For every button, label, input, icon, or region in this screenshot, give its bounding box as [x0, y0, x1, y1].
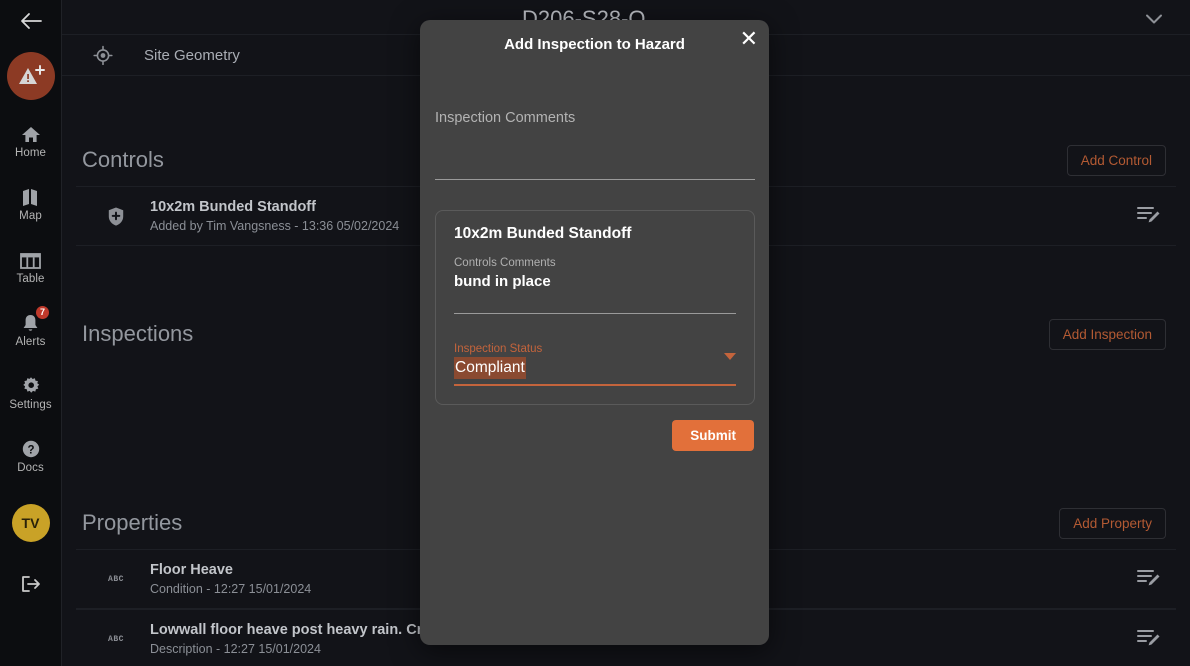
avatar[interactable]: TV [11, 504, 50, 542]
logout-icon [21, 576, 40, 592]
sidebar-item-map[interactable]: Map [0, 185, 62, 222]
controls-comments-value: bund in place [454, 273, 551, 290]
sidebar-item-label: Alerts [15, 336, 46, 348]
caret-down-icon[interactable] [724, 353, 736, 360]
section-title: Controls [82, 147, 164, 172]
map-icon [21, 185, 41, 207]
home-icon [21, 122, 41, 144]
close-icon[interactable]: ✕ [740, 28, 758, 50]
app-root: Home Map Table 7 Alerts Settings ? Docs … [0, 0, 1190, 666]
controls-comments-underline [454, 313, 736, 314]
note-edit-icon[interactable] [1136, 567, 1176, 592]
note-edit-icon[interactable] [1136, 204, 1176, 229]
hazard-add-logo[interactable] [6, 52, 55, 100]
sidebar-item-label: Map [19, 210, 42, 222]
hazard-add-icon [18, 65, 45, 84]
sidebar-item-docs[interactable]: ? Docs [0, 437, 62, 474]
arrow-left-icon [20, 13, 42, 29]
inspection-comments-label: Inspection Comments [435, 110, 576, 126]
logout-button[interactable] [20, 574, 42, 599]
sidebar-item-label: Docs [17, 462, 44, 474]
sidebar-item-label: Table [16, 273, 45, 285]
sidebar-item-alerts[interactable]: 7 Alerts [0, 306, 62, 348]
shield-plus-icon [82, 206, 150, 227]
section-title: Properties [82, 510, 183, 535]
abc-icon: ABC [108, 634, 124, 644]
inspection-status-value: Compliant [454, 357, 526, 379]
question-circle-icon: ? [21, 437, 41, 459]
sidebar: Home Map Table 7 Alerts Settings ? Docs … [0, 0, 62, 666]
alerts-badge: 7 [36, 306, 49, 319]
submit-button[interactable]: Submit [672, 420, 754, 451]
abc-icon: ABC [108, 574, 124, 584]
sidebar-item-label: Home [14, 147, 47, 159]
controls-comments-label: Controls Comments [454, 257, 556, 269]
chevron-down-icon[interactable] [1144, 12, 1164, 31]
inspection-status-label: Inspection Status [454, 343, 543, 355]
site-geometry-label: Site Geometry [144, 46, 240, 64]
sidebar-item-table[interactable]: Table [0, 248, 62, 285]
svg-text:?: ? [27, 444, 34, 456]
target-icon [62, 45, 144, 65]
inspection-status-select[interactable]: Inspection Status Compliant [454, 341, 736, 386]
modal-title: Add Inspection to Hazard [504, 36, 685, 53]
add-control-button[interactable]: Add Control [1066, 144, 1166, 176]
sidebar-item-home[interactable]: Home [0, 122, 62, 159]
inspection-comments-field[interactable]: Inspection Comments [435, 110, 755, 180]
controls-comments-group: Controls Comments bund in place [454, 255, 736, 314]
inspection-status-underline [454, 384, 736, 386]
control-inspection-card: 10x2m Bunded Standoff Controls Comments … [435, 210, 755, 405]
table-icon [20, 248, 41, 270]
sidebar-item-settings[interactable]: Settings [0, 374, 62, 411]
card-title: 10x2m Bunded Standoff [454, 225, 632, 242]
back-button[interactable] [0, 0, 62, 42]
inspection-comments-underline [435, 179, 755, 180]
bell-icon: 7 [21, 306, 49, 333]
sidebar-item-label: Settings [9, 399, 52, 411]
add-property-button[interactable]: Add Property [1059, 507, 1166, 539]
note-edit-icon[interactable] [1136, 627, 1176, 652]
add-inspection-button[interactable]: Add Inspection [1048, 318, 1166, 350]
gear-icon [21, 374, 41, 396]
section-title: Inspections [82, 321, 194, 346]
add-inspection-modal: Add Inspection to Hazard ✕ Inspection Co… [420, 20, 769, 645]
